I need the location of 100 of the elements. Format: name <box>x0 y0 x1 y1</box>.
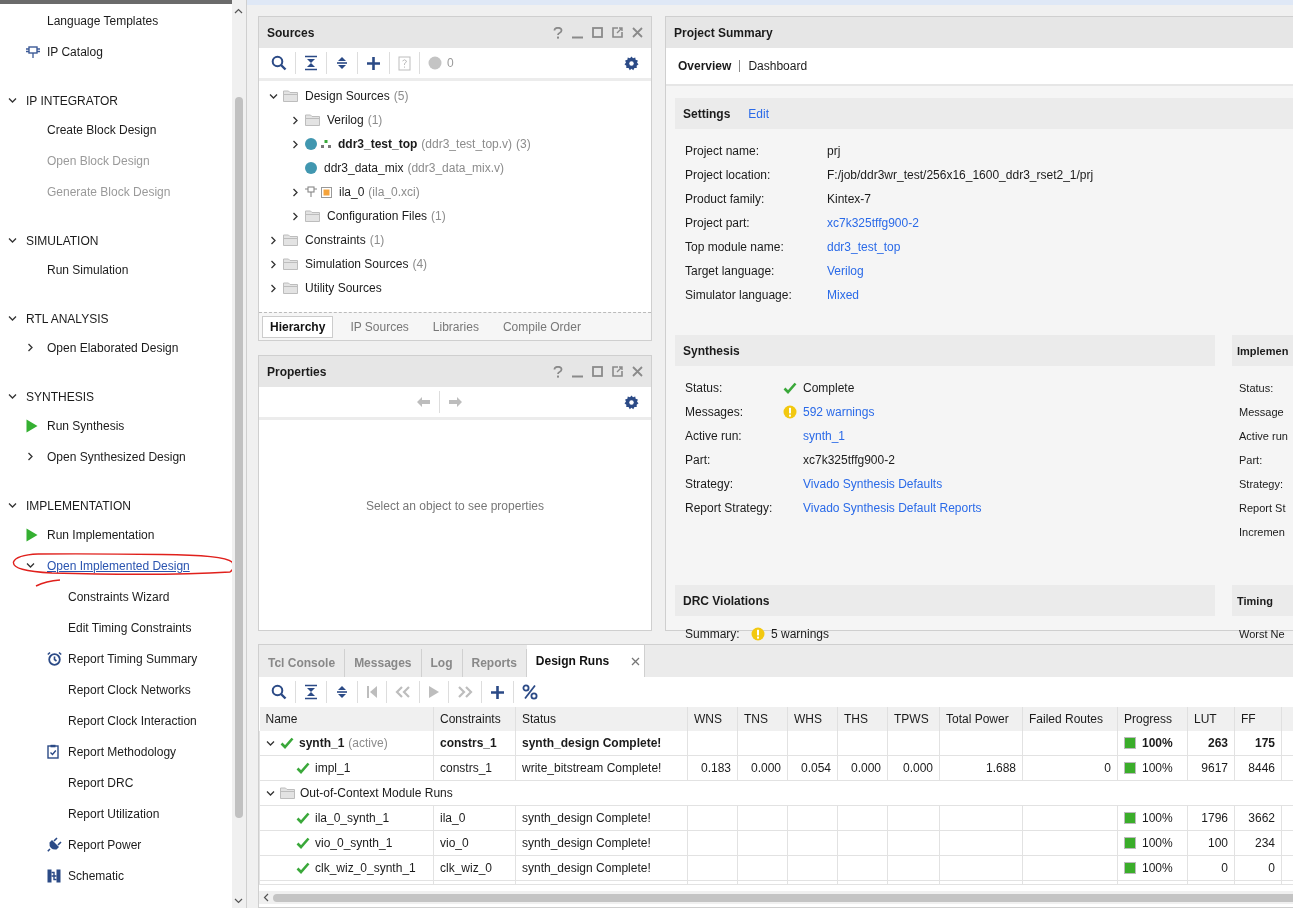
scroll-left-icon[interactable] <box>263 893 269 902</box>
tree-item[interactable]: Verilog (1) <box>327 113 383 127</box>
tree-item[interactable]: Configuration Files (1) <box>327 209 446 223</box>
hierarchy-icon <box>321 140 331 148</box>
column-header[interactable]: TPWS <box>887 707 940 731</box>
nav-item[interactable]: Schematic <box>68 868 125 883</box>
float-window-icon[interactable] <box>612 27 623 38</box>
chevron-right-icon[interactable] <box>290 139 300 149</box>
nav-item[interactable]: Open Implemented Design <box>47 558 190 573</box>
chevron-down-icon[interactable] <box>8 236 17 245</box>
nav-item[interactable]: Create Block Design <box>47 122 157 137</box>
tree-item[interactable]: ddr3_data_mix (ddr3_data_mix.v) <box>324 161 505 175</box>
tree-item[interactable]: Simulation Sources (4) <box>305 257 428 271</box>
chevron-down-icon[interactable] <box>266 788 275 798</box>
value-link[interactable]: 592 warnings <box>803 405 875 419</box>
section-heading[interactable]: SIMULATION <box>26 233 99 248</box>
nav-item[interactable]: Report Timing Summary <box>68 651 198 666</box>
tab[interactable]: Design Runs <box>526 645 646 677</box>
tab[interactable]: Compile Order <box>495 316 588 337</box>
column-header[interactable]: WNS <box>687 707 738 731</box>
edit-link[interactable]: Edit <box>748 106 770 121</box>
value-link[interactable]: xc7k325tffg900-2 <box>827 216 919 230</box>
value-link[interactable]: Vivado Synthesis Defaults <box>803 477 943 491</box>
tree-item[interactable]: Design Sources (5) <box>305 89 409 103</box>
nav-item[interactable]: Run Synthesis <box>47 418 125 433</box>
chevron-down-icon[interactable] <box>8 501 17 510</box>
value-link[interactable]: Vivado Synthesis Default Reports <box>803 501 982 515</box>
maximize-icon[interactable] <box>592 27 603 38</box>
chevron-down-icon[interactable] <box>8 314 17 323</box>
tab[interactable]: Libraries <box>425 316 486 337</box>
chevron-down-icon[interactable] <box>8 96 17 105</box>
chevron-right-icon[interactable] <box>290 187 300 197</box>
chevron-right-icon[interactable] <box>290 115 300 125</box>
nav-item[interactable]: Run Implementation <box>47 527 155 542</box>
tree-item[interactable]: Utility Sources <box>305 281 382 295</box>
column-header[interactable]: Progress <box>1117 707 1188 731</box>
column-header[interactable]: FF <box>1234 707 1282 731</box>
section-heading[interactable]: SYNTHESIS <box>26 389 94 404</box>
chevron-down-icon[interactable] <box>8 392 17 401</box>
nav-item[interactable]: Language Templates <box>47 13 159 28</box>
field-label: Message <box>1239 406 1284 418</box>
nav-item[interactable]: Open Synthesized Design <box>47 449 186 464</box>
chevron-down-icon[interactable] <box>26 561 35 570</box>
float-window-icon[interactable] <box>612 366 623 377</box>
help-icon[interactable] <box>553 26 563 39</box>
column-header[interactable]: Status <box>515 707 688 731</box>
nav-item[interactable]: Run Simulation <box>47 262 129 277</box>
help-icon[interactable] <box>553 365 563 378</box>
scroll-down-icon[interactable] <box>234 898 243 904</box>
maximize-icon[interactable] <box>592 366 603 377</box>
close-icon[interactable] <box>632 27 643 38</box>
tab[interactable]: Overview <box>678 59 732 73</box>
column-header[interactable]: THS <box>837 707 888 731</box>
section-heading[interactable]: IMPLEMENTATION <box>26 498 131 513</box>
nav-item[interactable]: IP Catalog <box>47 44 103 59</box>
column-header[interactable]: Constraints <box>433 707 516 731</box>
chevron-down-icon[interactable] <box>266 738 275 748</box>
nav-item[interactable]: Report Utilization <box>68 806 160 821</box>
nav-item[interactable]: Report Clock Networks <box>68 682 191 697</box>
nav-item[interactable]: Edit Timing Constraints <box>68 620 192 635</box>
nav-item[interactable]: Report DRC <box>68 775 134 790</box>
column-header[interactable]: Failed Routes <box>1022 707 1118 731</box>
chevron-down-icon[interactable] <box>268 91 278 101</box>
tab[interactable]: Hierarchy <box>262 315 334 338</box>
group-row[interactable]: Out-of-Context Module Runs <box>259 780 1293 806</box>
chevron-right-icon[interactable] <box>268 235 278 245</box>
panel-title: Sources <box>267 25 316 40</box>
nav-item[interactable]: Report Clock Interaction <box>68 713 197 728</box>
scroll-up-icon[interactable] <box>234 8 243 14</box>
chevron-right-icon[interactable] <box>26 343 35 352</box>
tree-item[interactable]: Constraints (1) <box>305 233 385 247</box>
close-icon[interactable] <box>632 366 643 377</box>
tab[interactable]: Dashboard <box>748 59 808 73</box>
column-header[interactable]: Name <box>259 707 434 731</box>
column-header[interactable]: TNS <box>737 707 788 731</box>
tree-item[interactable]: ddr3_test_top (ddr3_test_top.v) (3) <box>338 137 531 151</box>
nav-item[interactable]: Report Methodology <box>68 744 177 759</box>
chevron-right-icon[interactable] <box>268 259 278 269</box>
column-header[interactable]: Total Power <box>939 707 1023 731</box>
close-icon[interactable] <box>631 656 641 666</box>
section-heading[interactable]: IP INTEGRATOR <box>26 93 118 108</box>
scrollbar[interactable] <box>259 891 1293 904</box>
chevron-right-icon[interactable] <box>268 283 278 293</box>
table-cell: 234 <box>1254 836 1275 850</box>
tree-item[interactable]: ila_0 (ila_0.xci) <box>339 185 420 199</box>
run-name[interactable]: impl_1 <box>315 761 351 775</box>
value-link[interactable]: synth_1 <box>803 429 846 443</box>
nav-item[interactable]: Constraints Wizard <box>68 589 170 604</box>
nav-item[interactable]: Open Elaborated Design <box>47 340 179 355</box>
column-header[interactable]: LUT <box>1187 707 1235 731</box>
section-heading[interactable]: RTL ANALYSIS <box>26 311 109 326</box>
scrollbar[interactable] <box>232 0 246 908</box>
chevron-right-icon[interactable] <box>290 211 300 221</box>
value-link[interactable]: Verilog <box>827 264 864 278</box>
chevron-right-icon[interactable] <box>26 452 35 461</box>
value-link[interactable]: Mixed <box>827 288 859 302</box>
value-link[interactable]: ddr3_test_top <box>827 240 901 254</box>
column-header[interactable]: WHS <box>787 707 838 731</box>
tab[interactable]: IP Sources <box>343 316 416 337</box>
nav-item[interactable]: Report Power <box>68 837 142 852</box>
